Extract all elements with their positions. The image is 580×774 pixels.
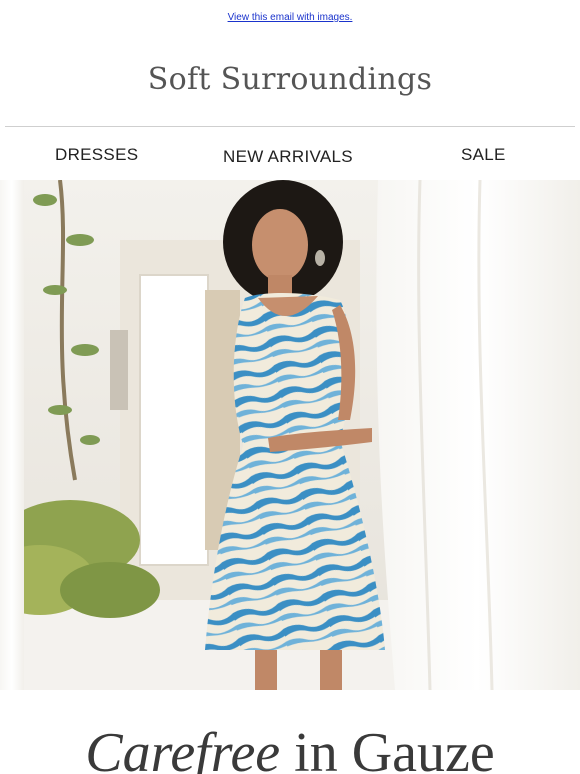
headline-emphasis: Carefree <box>85 722 281 774</box>
campaign-headline: Carefree in Gauze <box>0 718 580 774</box>
nav-item-sale[interactable]: SALE <box>461 145 506 165</box>
header-divider <box>5 126 575 127</box>
main-nav: DRESSES NEW ARRIVALS SALE <box>0 140 580 170</box>
hero-image[interactable] <box>0 180 580 690</box>
brand-logo[interactable]: Soft Surroundings <box>0 62 580 97</box>
headline-rest: in Gauze <box>294 722 495 774</box>
nav-item-new-arrivals[interactable]: NEW ARRIVALS <box>223 147 353 167</box>
view-in-browser-link[interactable]: View this email with images. <box>0 12 580 23</box>
nav-item-dresses[interactable]: DRESSES <box>55 145 138 165</box>
